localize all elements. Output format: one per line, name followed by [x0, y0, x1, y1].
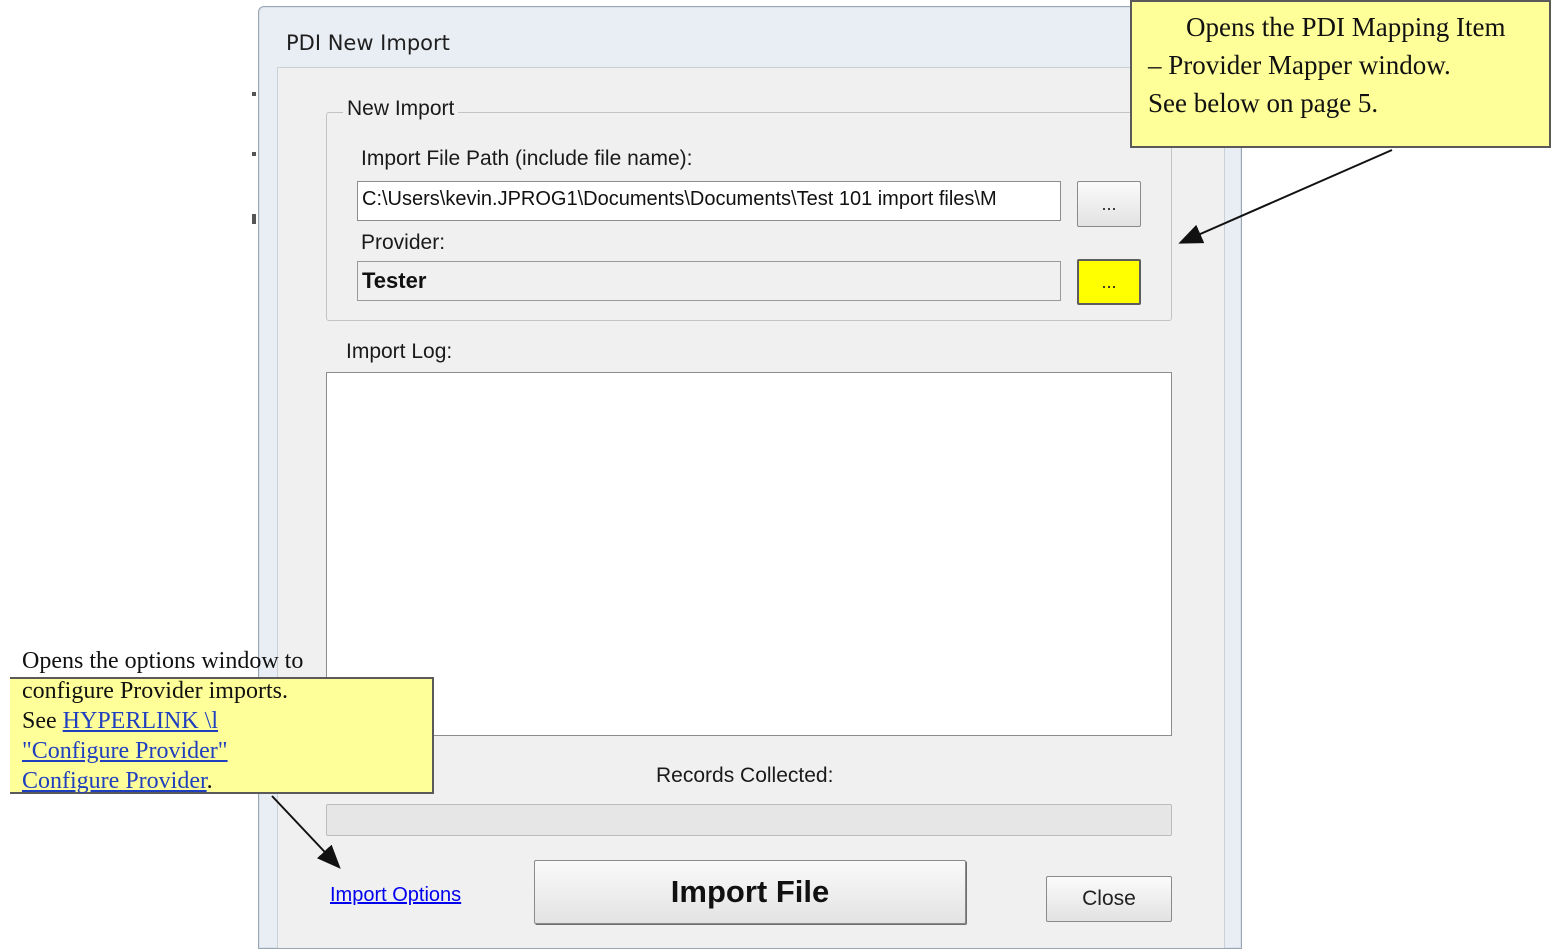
options-callout-arrow — [271, 795, 341, 869]
callout-arrows — [271, 149, 1393, 869]
mapper-callout-arrow — [1178, 149, 1393, 244]
